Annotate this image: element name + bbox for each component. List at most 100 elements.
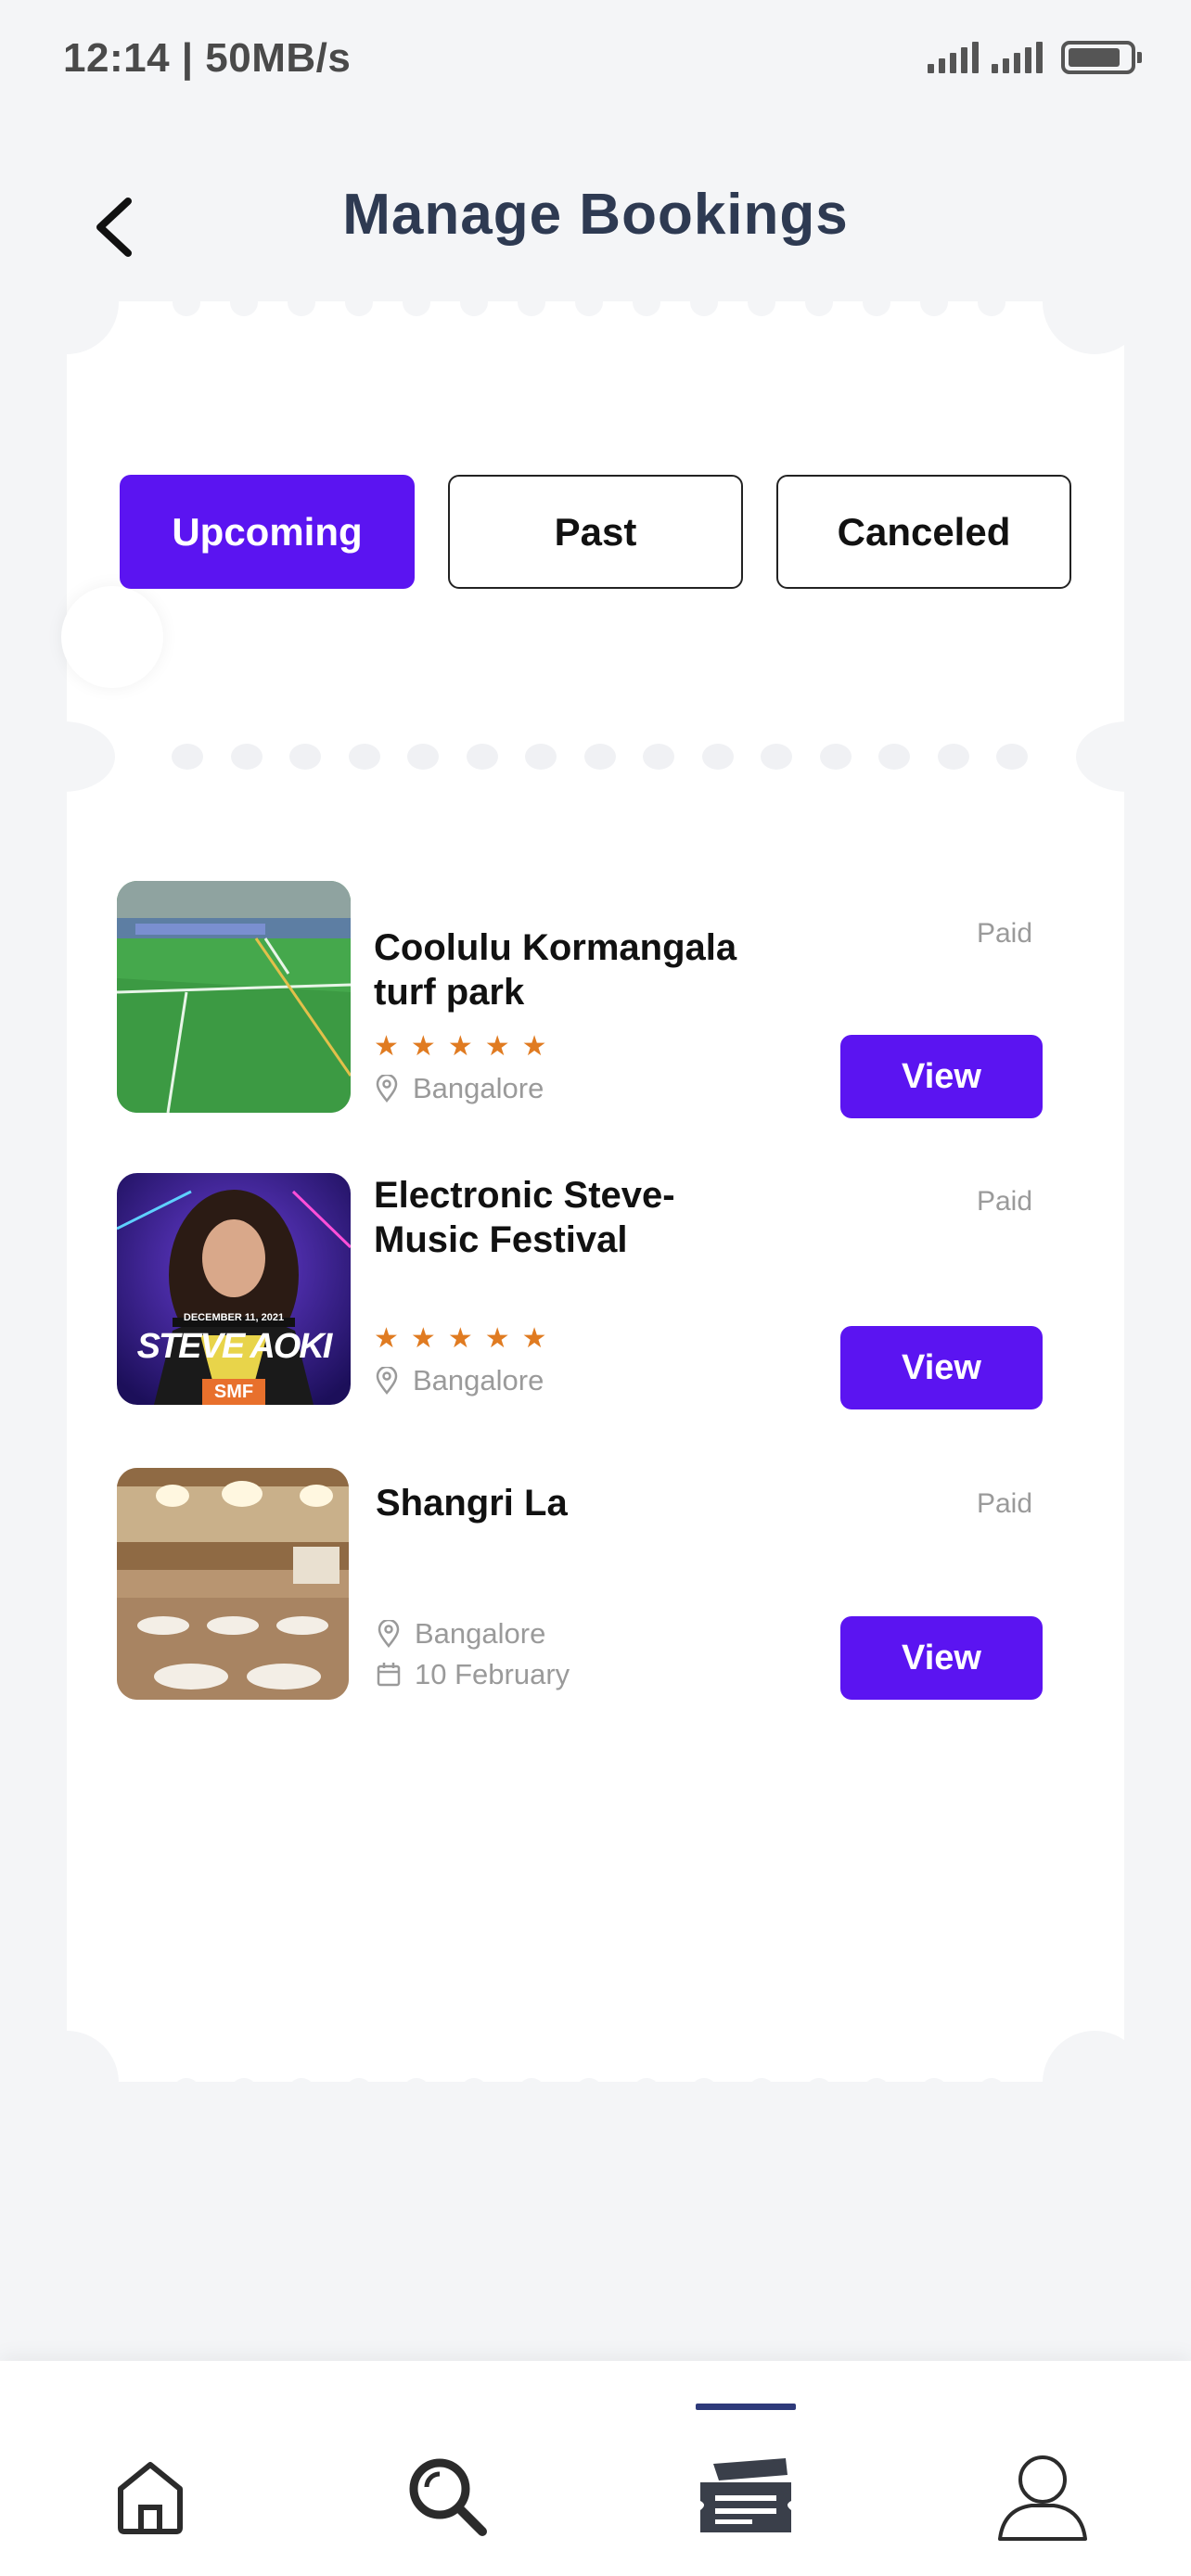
ticket-perforation (345, 288, 373, 316)
ticket-notch (1043, 250, 1146, 354)
ticket-perforation (575, 288, 603, 316)
ticket-perforation (289, 744, 321, 770)
ticket-perforation (805, 2078, 833, 2106)
ticket-perforation (633, 2078, 660, 2106)
star-icon: ★ (374, 1323, 399, 1354)
ticket-perforation (525, 744, 557, 770)
ticket-notch (15, 250, 119, 354)
ticket-perforation (748, 2078, 775, 2106)
tab-past[interactable]: Past (448, 475, 743, 589)
ticket-perforation (878, 744, 910, 770)
ticket-perforation (460, 2078, 488, 2106)
ticket-perforation (230, 744, 263, 770)
rating-stars: ★ ★ ★ ★ ★ (374, 1325, 547, 1353)
ticket-notch (15, 2031, 119, 2135)
view-button[interactable]: View (840, 1326, 1043, 1409)
ticket-perforation (690, 288, 718, 316)
calendar-icon (377, 1663, 401, 1687)
ticket-perforation (466, 744, 498, 770)
ticket-perforation (937, 744, 969, 770)
ticket-perforation (460, 288, 488, 316)
nav-search[interactable] (391, 2441, 503, 2552)
ticket-perforation (173, 288, 200, 316)
ticket-perforation (978, 288, 1005, 316)
banquet-hall-thumbnail (117, 1468, 349, 1700)
location-row: Bangalore (374, 1072, 544, 1105)
ticket-perforation (761, 744, 792, 770)
payment-status: Paid (976, 918, 1032, 949)
view-button[interactable]: View (840, 1616, 1043, 1700)
ticket-perforation (996, 744, 1028, 770)
booking-card-music-festival: DECEMBER 11, 2021 STEVE AOKI SMF Electro… (117, 1173, 1044, 1409)
search-icon (409, 2458, 487, 2536)
star-icon: ★ (484, 1031, 510, 1062)
ticket-perforation (643, 744, 674, 770)
tab-upcoming[interactable]: Upcoming (120, 475, 415, 589)
bottom-nav (0, 2361, 1191, 2576)
status-bar: 12:14 | 50MB/s (0, 0, 1191, 121)
location-text: Bangalore (413, 1364, 544, 1396)
ticket-perforation (173, 2078, 200, 2106)
poster-date: DECEMBER 11, 2021 (183, 1312, 285, 1323)
ticket-notch (1043, 2031, 1146, 2135)
ticket-perforation (920, 2078, 948, 2106)
location-pin-icon (378, 1620, 400, 1648)
ticket-perforation (805, 288, 833, 316)
star-icon: ★ (410, 1323, 436, 1354)
ticket-perforation (518, 288, 545, 316)
ticket-icon (700, 2458, 791, 2532)
poster-title: STEVE AOKI (136, 1327, 333, 1366)
star-icon: ★ (374, 1031, 399, 1062)
location-text: Bangalore (413, 1072, 544, 1104)
star-icon: ★ (447, 1031, 473, 1062)
ticket-perforation (407, 744, 439, 770)
home-icon (118, 2462, 183, 2534)
star-icon: ★ (484, 1323, 510, 1354)
location-pin-icon (376, 1367, 398, 1395)
ticket-perforation (288, 2078, 315, 2106)
ticket-perforation (403, 2078, 430, 2106)
ticket-perforation (575, 2078, 603, 2106)
ticket-perforation (819, 744, 852, 770)
nav-profile[interactable] (987, 2441, 1098, 2552)
location-row: Bangalore (374, 1364, 544, 1397)
view-button[interactable]: View (840, 1035, 1043, 1118)
star-icon: ★ (410, 1031, 436, 1062)
star-icon: ★ (521, 1031, 547, 1062)
booking-title: Electronic Steve- Music Festival (374, 1175, 675, 1260)
ticket-perforation (863, 288, 890, 316)
ticket-perforation (978, 2078, 1005, 2106)
nav-bookings[interactable] (690, 2441, 801, 2552)
ticket-perforation (172, 744, 203, 770)
ticket-perforation (403, 288, 430, 316)
profile-icon (998, 2455, 1087, 2541)
ticket-notch (11, 721, 115, 792)
tab-canceled[interactable]: Canceled (776, 475, 1071, 589)
nav-home[interactable] (95, 2441, 206, 2552)
ticket-perforation (583, 744, 616, 770)
battery-icon (1061, 41, 1142, 74)
ticket-perforation (288, 288, 315, 316)
ticket-perforation (633, 288, 660, 316)
ticket-perforation (345, 2078, 373, 2106)
ticket-perforation (230, 288, 258, 316)
date-text: 10 February (415, 1658, 570, 1690)
rating-stars: ★ ★ ★ ★ ★ (374, 1033, 547, 1061)
festival-poster: DECEMBER 11, 2021 STEVE AOKI SMF (117, 1173, 351, 1405)
poster-badge: SMF (202, 1379, 265, 1405)
ticket-perforation (348, 744, 380, 770)
payment-status: Paid (976, 1488, 1032, 1519)
decorative-circle (61, 586, 163, 688)
location-text: Bangalore (415, 1617, 546, 1650)
ticket-perforation (690, 2078, 718, 2106)
location-pin-icon (376, 1075, 398, 1103)
star-icon: ★ (521, 1323, 547, 1354)
booking-title: Coolulu Kormangala turf park (374, 927, 737, 1013)
ticket-perforation (518, 2078, 545, 2106)
location-row: Bangalore (376, 1617, 545, 1651)
payment-status: Paid (976, 1186, 1032, 1217)
date-row: 10 February (376, 1658, 570, 1691)
page-title: Manage Bookings (342, 183, 849, 247)
signal-icon (928, 42, 979, 73)
active-tab-indicator (696, 2404, 796, 2410)
